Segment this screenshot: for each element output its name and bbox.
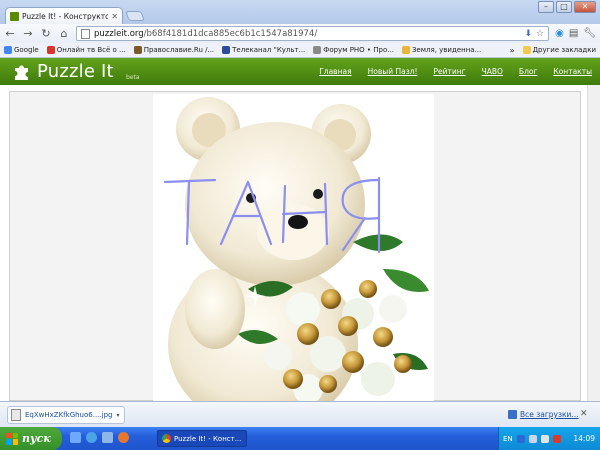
window-controls: – □ ✕	[538, 1, 596, 13]
page-content	[0, 85, 600, 404]
tab-close-icon[interactable]: ✕	[111, 12, 118, 21]
browser-toolbar: ← → ↻ ⌂ puzzleit.org/b68f4181d1dca885ec6…	[0, 24, 600, 43]
extension-icon[interactable]: ◉	[555, 28, 564, 39]
bookmark-item[interactable]: Форум РНО • Про...	[313, 46, 394, 54]
back-arrow-icon[interactable]: ←	[4, 27, 16, 40]
puzzle-frame	[9, 91, 581, 404]
puzzle-favicon-icon	[10, 11, 19, 21]
bookmark-favicon-icon	[401, 46, 410, 54]
media-icon[interactable]	[102, 432, 113, 443]
bookmark-item[interactable]: Православие.Ru /...	[133, 46, 214, 54]
clock: 14:09	[573, 434, 595, 443]
bookmarks-overflow-button[interactable]: »	[510, 46, 515, 55]
bookmark-item[interactable]: Земля, увиденна...	[401, 46, 481, 54]
nav-link-home[interactable]: Главная	[319, 67, 351, 76]
bookmark-item[interactable]: Google	[4, 46, 39, 54]
wrench-icon[interactable]: 🔧︎	[583, 28, 596, 39]
url-text[interactable]: puzzleit.org/b68f4181d1dca885ec6b1c1547a…	[94, 29, 520, 39]
minimize-button[interactable]: –	[538, 1, 554, 13]
downloads-shelf: EqXwHxZKfkGhuo6....jpg ▾ Все загрузки...…	[0, 401, 600, 427]
bookmark-favicon-icon	[46, 46, 55, 54]
nav-link-faq[interactable]: ЧАВО	[482, 67, 503, 76]
windows-logo-icon	[6, 432, 18, 445]
system-tray: EN 14:09	[498, 427, 600, 450]
google-icon	[4, 46, 12, 54]
nav-link-rating[interactable]: Рейтинг	[433, 67, 465, 76]
close-shelf-icon[interactable]: ✕	[580, 409, 588, 419]
volume-icon[interactable]	[540, 434, 549, 443]
bookmark-favicon-icon	[313, 46, 322, 54]
quick-launch	[70, 432, 129, 443]
forward-arrow-icon[interactable]: →	[22, 27, 34, 40]
browser-titlebar: Puzzle It! - Конструктор п ✕ – □ ✕	[0, 0, 600, 24]
image-file-icon	[11, 409, 21, 421]
new-tab-button[interactable]	[125, 11, 145, 21]
firefox-icon[interactable]	[118, 432, 129, 443]
close-window-button[interactable]: ✕	[574, 1, 596, 13]
security-icon[interactable]	[552, 434, 561, 443]
nav-link-contacts[interactable]: Контакты	[553, 67, 592, 76]
bookmark-favicon-icon	[222, 46, 231, 54]
nav-link-new-puzzle[interactable]: Новый Пазл!	[368, 67, 418, 76]
language-indicator[interactable]: EN	[503, 435, 513, 443]
address-bar[interactable]: puzzleit.org/b68f4181d1dca885ec6b1c1547a…	[76, 26, 550, 41]
help-icon[interactable]	[516, 434, 525, 443]
nav-link-blog[interactable]: Блог	[519, 67, 537, 76]
beta-badge: beta	[126, 74, 140, 81]
downloads-icon	[508, 410, 517, 419]
bookmark-item[interactable]: Телеканал "Культ...	[222, 46, 305, 54]
taskbar: пуск Puzzle It! - Конст... EN 14:09	[0, 427, 600, 450]
browser-tab[interactable]: Puzzle It! - Конструктор п ✕	[5, 7, 123, 24]
download-menu-arrow-icon[interactable]: ▾	[116, 412, 119, 419]
show-desktop-icon[interactable]	[70, 432, 81, 443]
page-menu-icon[interactable]: ▤	[569, 28, 578, 39]
page-icon	[81, 28, 90, 39]
reload-icon[interactable]: ↻	[40, 27, 52, 40]
download-arrow-icon[interactable]: ⬇	[524, 29, 532, 39]
ie-icon[interactable]	[86, 432, 97, 443]
home-icon[interactable]: ⌂	[58, 27, 70, 40]
page-scrollbar[interactable]	[587, 85, 600, 401]
taskbar-chrome-window[interactable]: Puzzle It! - Конст...	[157, 430, 247, 447]
teddy-bear-illustration	[163, 97, 429, 404]
start-button[interactable]: пуск	[0, 427, 62, 450]
network-icon[interactable]	[528, 434, 537, 443]
bookmark-favicon-icon	[133, 46, 142, 54]
puzzle-image[interactable]	[153, 94, 434, 404]
puzzle-piece-icon	[15, 65, 28, 80]
download-item[interactable]: EqXwHxZKfkGhuo6....jpg ▾	[7, 406, 125, 424]
bookmarks-bar: Google Онлайн тв Всё о ... Православие.R…	[0, 43, 600, 58]
chrome-icon	[162, 434, 171, 443]
folder-icon	[522, 46, 531, 54]
bookmark-item[interactable]: Онлайн тв Всё о ...	[46, 46, 126, 54]
bookmark-star-icon[interactable]: ☆	[536, 29, 544, 39]
tab-title: Puzzle It! - Конструктор п	[22, 11, 109, 21]
all-downloads-link[interactable]: Все загрузки...	[508, 410, 579, 419]
site-logo[interactable]: Puzzle It	[37, 61, 114, 82]
download-file-name[interactable]: EqXwHxZKfkGhuo6....jpg	[25, 411, 112, 419]
site-nav: Главная Новый Пазл! Рейтинг ЧАВО Блог Ко…	[319, 67, 592, 76]
site-header: Puzzle It beta Главная Новый Пазл! Рейти…	[0, 58, 600, 85]
maximize-button[interactable]: □	[556, 1, 572, 13]
other-bookmarks-folder[interactable]: Другие закладки	[522, 46, 596, 54]
